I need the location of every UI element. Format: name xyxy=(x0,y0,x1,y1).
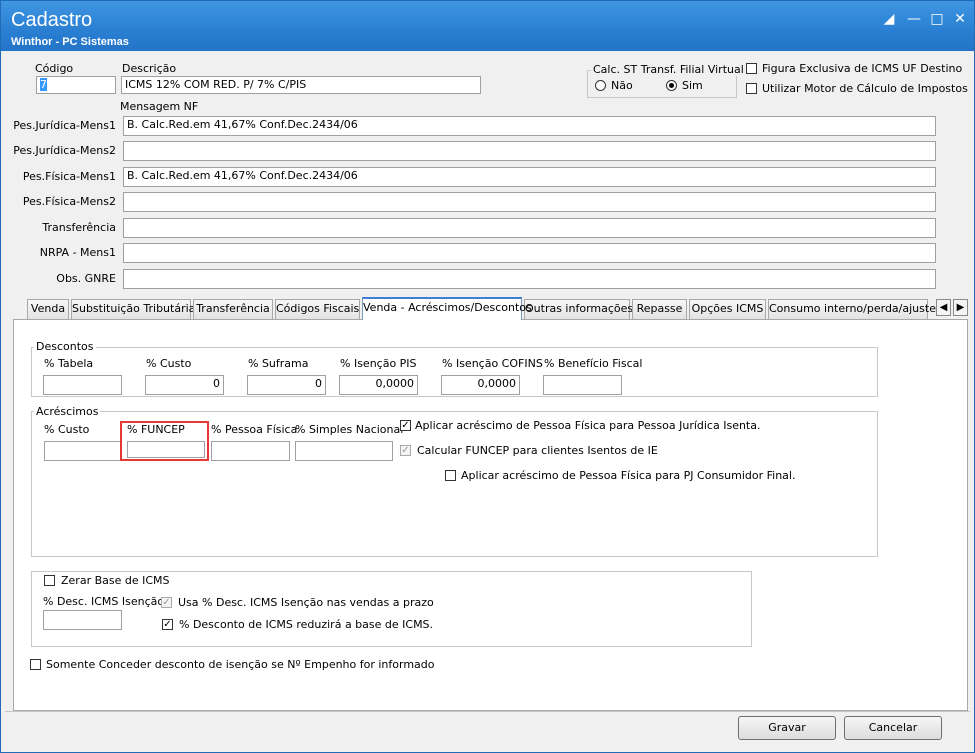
msg-label-pf2: Pes.Física-Mens2 xyxy=(22,195,116,208)
tab-codigos-fiscais[interactable]: Códigos Fiscais xyxy=(275,299,360,319)
chk-somente-conceder-empenho[interactable] xyxy=(30,659,41,670)
chk-somente-conceder-empenho-label: Somente Conceder desconto de isenção se … xyxy=(46,658,435,671)
chk-calcular-funcep[interactable]: ✓ xyxy=(400,445,411,456)
chk-usa-desc-prazo[interactable]: ✓ xyxy=(161,597,172,608)
msg-field-nrpa[interactable] xyxy=(123,243,936,263)
msg-label-pj1: Pes.Jurídica-Mens1 xyxy=(13,119,116,132)
acr-pessoa-fisica-field[interactable] xyxy=(211,441,290,461)
msg-label-pf1: Pes.Física-Mens1 xyxy=(22,170,116,183)
calc-st-group-title: Calc. ST Transf. Filial Virtual xyxy=(591,63,746,76)
msg-field-pf2[interactable] xyxy=(123,192,936,212)
radio-nao[interactable] xyxy=(595,80,606,91)
desc-custo-field[interactable]: 0 xyxy=(145,375,224,395)
title-bar: Cadastro Winthor - PC Sistemas ◢ — □ ✕ xyxy=(1,1,974,51)
chk-aplicar-pf-consumidor-final-label: Aplicar acréscimo de Pessoa Física para … xyxy=(461,469,796,482)
bottom-divider xyxy=(5,711,970,712)
acr-custo-field[interactable] xyxy=(44,441,121,461)
descricao-label: Descrição xyxy=(122,62,177,75)
codigo-field[interactable]: 7 xyxy=(36,76,116,94)
desc-isencao-cofins-field[interactable]: 0,0000 xyxy=(441,375,520,395)
desc-tabela-label: % Tabela xyxy=(44,357,94,370)
radio-sim-label: Sim xyxy=(682,79,703,92)
window-subtitle: Winthor - PC Sistemas xyxy=(11,36,129,48)
chk-usa-desc-prazo-label: Usa % Desc. ICMS Isenção nas vendas a pr… xyxy=(178,596,434,609)
tab-scroll-right-icon[interactable]: ▶ xyxy=(953,299,968,316)
desc-suframa-label: % Suframa xyxy=(248,357,309,370)
msg-field-transferencia[interactable] xyxy=(123,218,936,238)
chk-motor-calculo[interactable] xyxy=(746,83,757,94)
chk-aplicar-pf-consumidor-final[interactable] xyxy=(445,470,456,481)
chk-reduzira-base[interactable]: ✓ xyxy=(162,619,173,630)
funcep-highlight-box xyxy=(120,421,209,461)
msg-label-obs-gnre: Obs. GNRE xyxy=(56,272,116,285)
desc-tabela-field[interactable] xyxy=(43,375,122,395)
desc-isencao-cofins-label: % Isenção COFINS xyxy=(442,357,543,370)
codigo-label: Código xyxy=(35,62,74,75)
chk-figura-exclusiva[interactable] xyxy=(746,63,757,74)
chk-aplicar-pf-pj-isenta-label: Aplicar acréscimo de Pessoa Física para … xyxy=(415,419,761,432)
cadastro-window: Cadastro Winthor - PC Sistemas ◢ — □ ✕ C… xyxy=(0,0,975,753)
maximize-icon[interactable]: □ xyxy=(929,11,945,27)
msg-label-transferencia: Transferência xyxy=(42,221,116,234)
msg-label-nrpa: NRPA - Mens1 xyxy=(39,246,116,259)
msg-field-pf1[interactable]: B. Calc.Red.em 41,67% Conf.Dec.2434/06 xyxy=(123,167,936,187)
acr-simples-nacional-field[interactable] xyxy=(295,441,393,461)
descricao-field[interactable]: ICMS 12% COM RED. P/ 7% C/PIS xyxy=(121,76,481,94)
msg-field-pj1[interactable]: B. Calc.Red.em 41,67% Conf.Dec.2434/06 xyxy=(123,116,936,136)
desc-beneficio-fiscal-field[interactable] xyxy=(543,375,622,395)
gravar-button[interactable]: Gravar xyxy=(738,716,836,740)
acr-simples-nacional-label: % Simples Nacional xyxy=(295,423,404,436)
desc-custo-label: % Custo xyxy=(146,357,192,370)
desc-icms-isencao-field[interactable] xyxy=(43,610,122,630)
chk-zerar-base-icms[interactable] xyxy=(44,575,55,586)
acr-pessoa-fisica-label: % Pessoa Física xyxy=(211,423,298,436)
chk-figura-exclusiva-label: Figura Exclusiva de ICMS UF Destino xyxy=(762,62,963,75)
window-title: Cadastro xyxy=(11,9,93,31)
chk-reduzira-base-label: % Desconto de ICMS reduzirá a base de IC… xyxy=(179,618,434,631)
msg-field-pj2[interactable] xyxy=(123,141,936,161)
msg-label-pj2: Pes.Jurídica-Mens2 xyxy=(13,144,116,157)
minimize-icon[interactable]: — xyxy=(906,11,922,27)
chk-motor-calculo-label: Utilizar Motor de Cálculo de Impostos xyxy=(762,82,968,95)
chk-zerar-base-icms-label: Zerar Base de ICMS xyxy=(61,574,172,587)
tab-transferencia[interactable]: Transferência xyxy=(193,299,273,319)
tab-repasse[interactable]: Repasse xyxy=(632,299,687,319)
restore-icon[interactable]: ◢ xyxy=(881,11,897,27)
chk-calcular-funcep-label: Calcular FUNCEP para clientes Isentos de… xyxy=(417,444,658,457)
desc-icms-isencao-label: % Desc. ICMS Isenção xyxy=(43,595,165,608)
tab-substituicao-tributaria[interactable]: Substituição Tributária xyxy=(71,299,195,319)
codigo-value: 7 xyxy=(40,78,47,91)
desc-suframa-field[interactable]: 0 xyxy=(247,375,326,395)
tab-outras-informacoes[interactable]: Outras informações xyxy=(524,299,633,319)
descontos-title: Descontos xyxy=(34,340,96,353)
tab-venda-acrescimos-descontos[interactable]: Venda - Acréscimos/Descontos xyxy=(362,297,532,320)
radio-nao-label: Não xyxy=(611,79,633,92)
acrescimos-title: Acréscimos xyxy=(34,405,101,418)
acr-custo-label: % Custo xyxy=(44,423,90,436)
close-icon[interactable]: ✕ xyxy=(952,11,968,27)
radio-sim[interactable] xyxy=(666,80,677,91)
desc-beneficio-fiscal-label: % Benefício Fiscal xyxy=(544,357,643,370)
tab-venda[interactable]: Venda xyxy=(27,299,69,319)
tab-opcoes-icms[interactable]: Opções ICMS xyxy=(689,299,766,319)
desc-isencao-pis-label: % Isenção PIS xyxy=(340,357,417,370)
cancelar-button[interactable]: Cancelar xyxy=(844,716,942,740)
desc-isencao-pis-field[interactable]: 0,0000 xyxy=(339,375,418,395)
tab-scroll-left-icon[interactable]: ◀ xyxy=(936,299,951,316)
chk-aplicar-pf-pj-isenta[interactable]: ✓ xyxy=(400,420,411,431)
mensagem-nf-label: Mensagem NF xyxy=(120,100,199,113)
tab-consumo-interno[interactable]: Consumo interno/perda/ajuste xyxy=(768,299,936,319)
msg-field-obs-gnre[interactable] xyxy=(123,269,936,289)
